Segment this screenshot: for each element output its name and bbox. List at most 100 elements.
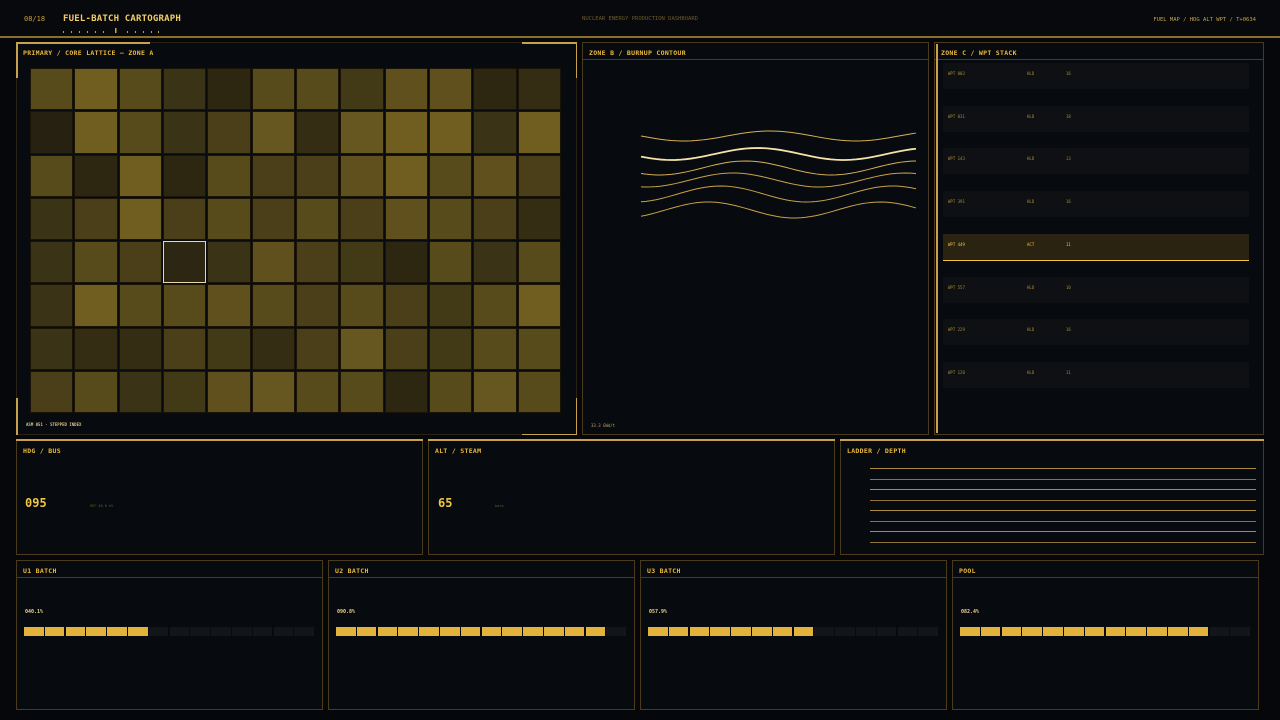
lattice-cell[interactable] (517, 327, 561, 370)
lattice-cell[interactable] (30, 68, 74, 111)
lattice-cell[interactable] (473, 241, 517, 284)
lattice-cell[interactable] (251, 68, 295, 111)
lattice-cell[interactable] (473, 327, 517, 370)
lattice-cell[interactable] (207, 370, 251, 413)
lattice-cell[interactable] (384, 370, 428, 413)
lattice-cell[interactable] (295, 68, 340, 111)
lattice-cell[interactable] (473, 154, 517, 197)
lattice-cell[interactable] (340, 111, 384, 154)
lattice-cell[interactable] (162, 370, 207, 413)
wpt-row[interactable]: WPT 031 HLD 18 (943, 105, 1249, 132)
lattice-cell[interactable] (251, 284, 295, 327)
lattice-cell[interactable] (428, 241, 473, 284)
lattice-cell[interactable] (428, 154, 473, 197)
lattice-cell[interactable] (162, 68, 207, 111)
lattice-cell[interactable] (74, 111, 118, 154)
lattice-cell[interactable] (207, 327, 251, 370)
lattice-cell[interactable] (295, 197, 340, 240)
lattice-cell[interactable] (30, 241, 74, 284)
lattice-cell[interactable] (162, 197, 207, 240)
lattice-cell[interactable] (295, 370, 340, 413)
lattice-cell[interactable] (207, 284, 251, 327)
lattice-cell[interactable] (118, 284, 162, 327)
lattice-cell[interactable] (517, 284, 561, 327)
lattice-cell[interactable] (74, 241, 118, 284)
lattice-cell[interactable] (30, 154, 74, 197)
lattice-cell[interactable] (517, 68, 561, 111)
lattice-cell[interactable] (384, 154, 428, 197)
lattice-cell[interactable] (118, 111, 162, 154)
lattice-cell[interactable] (118, 68, 162, 111)
lattice-cell[interactable] (251, 154, 295, 197)
lattice-cell[interactable] (428, 370, 473, 413)
lattice-cell[interactable] (295, 241, 340, 284)
lattice-cell[interactable] (118, 241, 162, 284)
lattice-cell[interactable] (207, 111, 251, 154)
lattice-cell[interactable] (30, 370, 74, 413)
wpt-row[interactable]: WPT 391 HLD 16 (943, 191, 1249, 218)
lattice-cell[interactable] (74, 327, 118, 370)
lattice-cell[interactable] (207, 154, 251, 197)
lattice-cell[interactable] (251, 197, 295, 240)
lattice-cell[interactable] (340, 241, 384, 284)
lattice-cell[interactable] (517, 154, 561, 197)
lattice-cell[interactable] (340, 327, 384, 370)
wpt-row[interactable]: WPT 449 ACT 11 (943, 233, 1249, 261)
lattice-cell[interactable] (251, 327, 295, 370)
lattice-cell[interactable] (384, 111, 428, 154)
lattice-cell[interactable] (30, 284, 74, 327)
lattice-cell[interactable] (428, 284, 473, 327)
lattice-cell[interactable] (384, 327, 428, 370)
lattice-cell[interactable] (473, 68, 517, 111)
lattice-cell[interactable] (428, 111, 473, 154)
lattice-cell[interactable] (428, 197, 473, 240)
lattice-cell[interactable] (517, 370, 561, 413)
lattice-cell[interactable] (251, 241, 295, 284)
wpt-row[interactable]: WPT 003 HLD 16 (943, 63, 1249, 89)
lattice-cell[interactable] (295, 284, 340, 327)
wpt-row[interactable]: WPT 120 HLD 11 (943, 361, 1249, 388)
lattice-cell[interactable] (207, 241, 251, 284)
lattice-cell[interactable] (428, 327, 473, 370)
lattice-cell[interactable] (340, 68, 384, 111)
lattice-cell[interactable] (162, 241, 207, 284)
lattice-cell[interactable] (384, 68, 428, 111)
lattice-cell[interactable] (251, 370, 295, 413)
lattice-cell[interactable] (207, 197, 251, 240)
lattice-cell[interactable] (118, 197, 162, 240)
lattice-cell[interactable] (340, 284, 384, 327)
lattice-cell[interactable] (384, 284, 428, 327)
lattice-cell[interactable] (473, 197, 517, 240)
lattice-cell[interactable] (74, 370, 118, 413)
wpt-row[interactable]: WPT 143 HLD 13 (943, 148, 1249, 175)
lattice-cell[interactable] (74, 154, 118, 197)
lattice-cell[interactable] (340, 154, 384, 197)
lattice-cell[interactable] (428, 68, 473, 111)
lattice-cell[interactable] (162, 327, 207, 370)
lattice-cell[interactable] (517, 111, 561, 154)
lattice-cell[interactable] (295, 111, 340, 154)
lattice-cell[interactable] (473, 111, 517, 154)
lattice-cell[interactable] (162, 284, 207, 327)
lattice-cell[interactable] (473, 370, 517, 413)
lattice-cell[interactable] (30, 197, 74, 240)
lattice-cell[interactable] (30, 111, 74, 154)
lattice-cell[interactable] (384, 241, 428, 284)
lattice-cell[interactable] (162, 111, 207, 154)
lattice-cell[interactable] (251, 111, 295, 154)
lattice-cell[interactable] (295, 154, 340, 197)
lattice-cell[interactable] (517, 241, 561, 284)
lattice-cell[interactable] (295, 327, 340, 370)
lattice-cell[interactable] (74, 68, 118, 111)
lattice-cell[interactable] (384, 197, 428, 240)
lattice-cell[interactable] (162, 154, 207, 197)
lattice-cell[interactable] (74, 197, 118, 240)
lattice-cell[interactable] (473, 284, 517, 327)
lattice-cell[interactable] (207, 68, 251, 111)
lattice-cell[interactable] (118, 154, 162, 197)
lattice-cell[interactable] (118, 370, 162, 413)
lattice-cell[interactable] (340, 370, 384, 413)
lattice-cell[interactable] (517, 197, 561, 240)
lattice-cell[interactable] (118, 327, 162, 370)
lattice-cell[interactable] (340, 197, 384, 240)
